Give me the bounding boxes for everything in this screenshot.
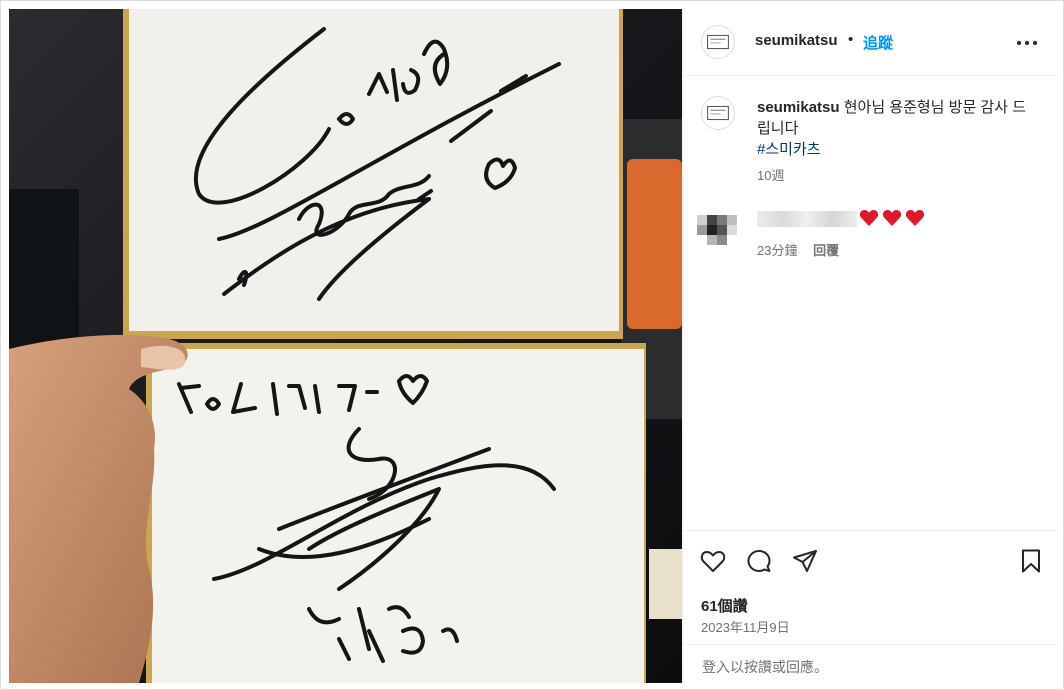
comment-icon[interactable] [745,547,773,575]
caption-username[interactable]: seumikatsu [757,99,840,116]
comment-time[interactable]: 23分鐘 [757,243,797,258]
comment-meta: 23分鐘 回覆 [757,240,851,259]
share-icon[interactable] [791,547,819,575]
caption-time[interactable]: 10週 [757,165,784,184]
action-bar: 61個讚 2023年11月9日 登入以按讚或回應。 [683,530,1059,680]
post-sidebar: seumikatsu • 追蹤 seumikatsu 현아님 용준형님 방문 감… [682,9,1059,683]
blurred-avatar[interactable] [697,207,743,253]
avatar-logo-icon [702,97,734,129]
bookmark-icon[interactable] [1017,547,1045,575]
heart-icon[interactable] [699,547,727,575]
user-avatar[interactable] [701,25,735,59]
red-heart-icon [905,210,925,226]
post-modal: seumikatsu • 追蹤 seumikatsu 현아님 용준형님 방문 감… [0,0,1064,690]
login-prompt[interactable]: 登入以按讚或回應。 [702,657,828,677]
post-header: seumikatsu • 追蹤 [683,9,1059,76]
post-image[interactable] [9,9,682,683]
comment-hearts [859,208,925,228]
autograph-photo [9,9,682,683]
red-heart-icon [859,210,879,226]
post-date[interactable]: 2023年11月9日 [701,617,790,636]
more-icon[interactable] [1013,33,1043,53]
reply-button[interactable]: 回覆 [813,243,839,258]
post-username[interactable]: seumikatsu [755,32,838,49]
blurred-username[interactable] [757,211,857,227]
caption-text: seumikatsu 현아님 용준형님 방문 감사 드립니다 #스미카츠 [757,97,1037,160]
separator-dot: • [848,31,854,48]
avatar-logo-icon [702,26,734,58]
red-heart-icon [882,210,902,226]
login-bar: 登入以按讚或回應。 [683,644,1059,684]
like-count[interactable]: 61個讚 [701,595,748,616]
caption-avatar[interactable] [701,96,735,130]
hashtag-link[interactable]: #스미카츠 [757,139,1037,160]
follow-button[interactable]: 追蹤 [863,32,893,53]
